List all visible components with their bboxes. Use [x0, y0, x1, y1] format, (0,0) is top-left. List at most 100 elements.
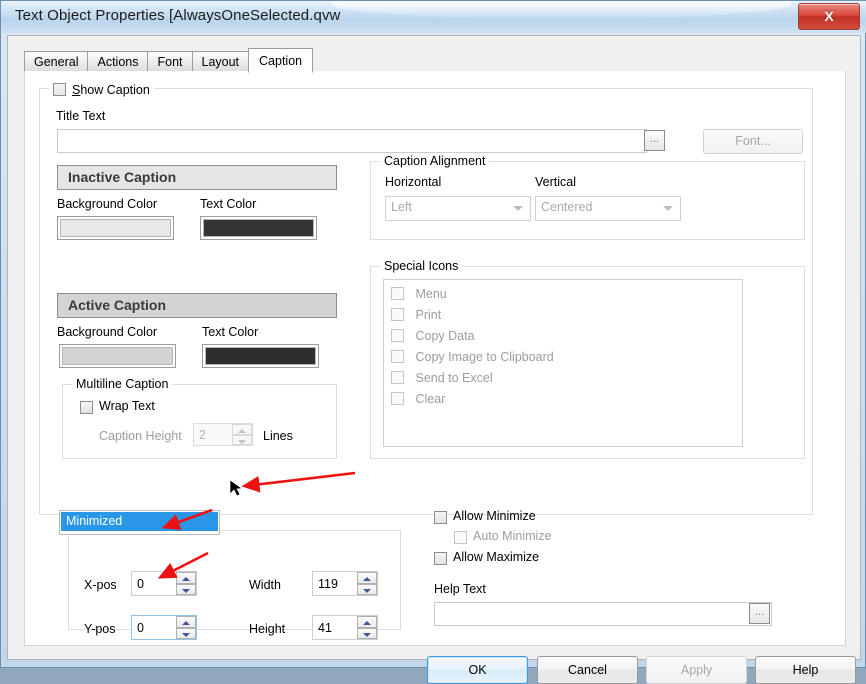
height-label: Height — [249, 622, 286, 636]
multiline-caption-group-title: Multiline Caption — [72, 377, 173, 391]
clear-checkbox[interactable] — [391, 392, 404, 405]
inactive-text-color-swatch[interactable] — [200, 216, 317, 240]
active-text-color-swatch[interactable] — [202, 344, 319, 368]
vertical-alignment-value: Centered — [541, 200, 593, 214]
inactive-caption-preview: Inactive Caption — [57, 165, 337, 190]
ok-button[interactable]: OK — [427, 656, 528, 684]
print-checkbox[interactable] — [391, 308, 404, 321]
inactive-background-color-swatch[interactable] — [57, 216, 174, 240]
copy-data-label: Copy Data — [415, 329, 475, 343]
dialog-window: Text Object Properties [AlwaysOneSelecte… — [0, 0, 866, 684]
special-icons-group: Special Icons Menu Print Copy Data Copy … — [370, 259, 805, 459]
inactive-background-color-label: Background Color — [57, 197, 158, 211]
height-spin-up-icon[interactable] — [357, 616, 377, 628]
menu-label: Menu — [415, 287, 447, 301]
y-pos-spin-buttons[interactable] — [176, 616, 196, 639]
window-state-selected-item[interactable]: Minimized — [61, 512, 218, 531]
close-icon[interactable]: X — [798, 3, 860, 30]
send-to-excel-label: Send to Excel — [415, 371, 493, 385]
horizontal-alignment-value: Left — [391, 200, 412, 214]
allow-maximize-label: Allow Maximize — [453, 550, 540, 564]
width-spin-buttons[interactable] — [357, 572, 377, 595]
y-pos-stepper[interactable] — [131, 615, 197, 640]
title-text-label: Title Text — [56, 109, 106, 123]
title-bar: Text Object Properties [AlwaysOneSelecte… — [1, 1, 866, 33]
tab-actions[interactable]: Actions — [87, 51, 149, 73]
special-icons-list: Menu Print Copy Data Copy Image to Clipb… — [383, 279, 743, 447]
window-title: Text Object Properties [AlwaysOneSelecte… — [15, 7, 341, 24]
width-spin-down-icon[interactable] — [357, 583, 377, 595]
copy-image-to-clipboard-checkbox[interactable] — [391, 350, 404, 363]
x-pos-spin-buttons[interactable] — [176, 572, 196, 595]
vertical-label: Vertical — [535, 175, 576, 189]
list-item[interactable]: Menu — [391, 285, 447, 301]
position-size-group: X-pos Y-pos Width — [68, 530, 401, 640]
width-spin-up-icon[interactable] — [357, 572, 377, 584]
list-item[interactable]: Print — [391, 306, 441, 322]
horizontal-alignment-select[interactable]: Left — [385, 196, 531, 221]
allow-minimize-label: Allow Minimize — [453, 509, 536, 523]
help-button[interactable]: Help — [755, 656, 856, 684]
send-to-excel-checkbox[interactable] — [391, 371, 404, 384]
auto-minimize-checkbox[interactable] — [454, 531, 467, 544]
list-item[interactable]: Send to Excel — [391, 369, 493, 385]
chevron-down-icon — [513, 206, 523, 211]
vertical-alignment-select[interactable]: Centered — [535, 196, 681, 221]
y-pos-spin-up-icon[interactable] — [176, 616, 196, 628]
width-label: Width — [249, 578, 281, 592]
wrap-text-label: Wrap Text — [99, 399, 155, 413]
tab-general[interactable]: General — [24, 51, 89, 73]
active-background-color-swatch[interactable] — [59, 344, 176, 368]
horizontal-label: Horizontal — [385, 175, 442, 189]
active-caption-preview: Active Caption — [57, 293, 337, 318]
caption-height-spin-down-icon[interactable] — [232, 434, 252, 445]
cancel-button[interactable]: Cancel — [537, 656, 638, 684]
caption-height-stepper[interactable] — [193, 423, 253, 446]
caption-alignment-group: Caption Alignment Horizontal Left Vertic… — [370, 154, 805, 240]
caption-height-spin-up-icon[interactable] — [232, 424, 252, 435]
allow-maximize-checkbox[interactable] — [434, 552, 447, 565]
wrap-text-checkbox[interactable] — [80, 401, 93, 414]
auto-minimize-label: Auto Minimize — [473, 529, 552, 543]
title-text-input[interactable] — [57, 129, 647, 153]
x-pos-spin-down-icon[interactable] — [176, 583, 196, 595]
copy-data-checkbox[interactable] — [391, 329, 404, 342]
window-state-combo[interactable]: Minimized — [59, 510, 220, 535]
copy-image-to-clipboard-label: Copy Image to Clipboard — [415, 350, 554, 364]
tab-font[interactable]: Font — [147, 51, 193, 73]
chevron-down-icon — [663, 206, 673, 211]
help-text-input[interactable] — [434, 602, 772, 626]
print-label: Print — [415, 308, 442, 322]
tab-strip: General Actions Font Layout Caption — [24, 48, 314, 73]
width-stepper[interactable] — [312, 571, 378, 596]
height-spin-down-icon[interactable] — [357, 627, 377, 639]
height-stepper[interactable] — [312, 615, 378, 640]
menu-checkbox[interactable] — [391, 287, 404, 300]
tab-layout[interactable]: Layout — [191, 51, 250, 73]
show-caption-checkbox[interactable] — [53, 83, 66, 96]
title-bar-sheen — [331, 1, 791, 19]
font-button[interactable]: Font... — [703, 129, 803, 154]
x-pos-stepper[interactable] — [131, 571, 197, 596]
allow-minimize-checkbox[interactable] — [434, 511, 447, 524]
help-text-label: Help Text — [434, 582, 486, 596]
caption-height-spin-buttons[interactable] — [232, 424, 252, 445]
list-item[interactable]: Copy Data — [391, 327, 475, 343]
x-pos-spin-up-icon[interactable] — [176, 572, 196, 584]
help-text-browse-button[interactable]: ... — [749, 603, 770, 624]
lines-label: Lines — [263, 429, 293, 443]
x-pos-label: X-pos — [84, 578, 117, 592]
y-pos-spin-down-icon[interactable] — [176, 627, 196, 639]
tab-caption[interactable]: Caption — [248, 48, 314, 73]
list-item[interactable]: Copy Image to Clipboard — [391, 348, 554, 364]
active-text-color-label: Text Color — [202, 325, 259, 339]
title-text-browse-button[interactable]: ... — [644, 130, 665, 151]
y-pos-label: Y-pos — [84, 622, 116, 636]
apply-button[interactable]: Apply — [646, 656, 747, 684]
dialog-client-area: General Actions Font Layout Caption Show Cap… — [7, 35, 861, 684]
caption-alignment-group-title: Caption Alignment — [380, 154, 490, 168]
list-item[interactable]: Clear — [391, 390, 445, 406]
active-background-color-label: Background Color — [57, 325, 158, 339]
height-spin-buttons[interactable] — [357, 616, 377, 639]
show-caption-group: Show Caption Title Text ... Font... Inac… — [39, 81, 813, 515]
